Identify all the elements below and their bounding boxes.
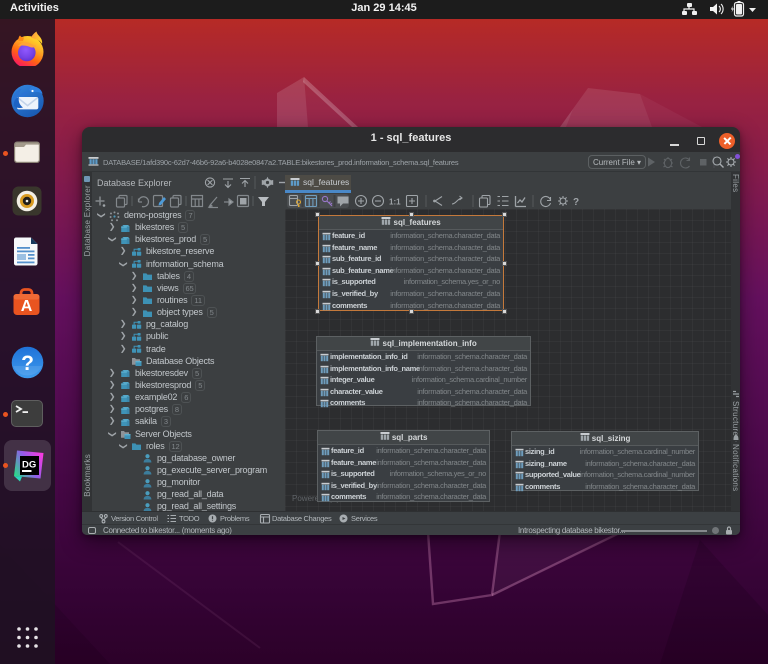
svg-text:DG: DG (22, 459, 36, 470)
svg-text:1:1: 1:1 (389, 198, 401, 207)
svg-text:?: ? (573, 197, 579, 208)
svg-text:?: ? (21, 352, 34, 375)
svg-text:A: A (21, 298, 33, 315)
